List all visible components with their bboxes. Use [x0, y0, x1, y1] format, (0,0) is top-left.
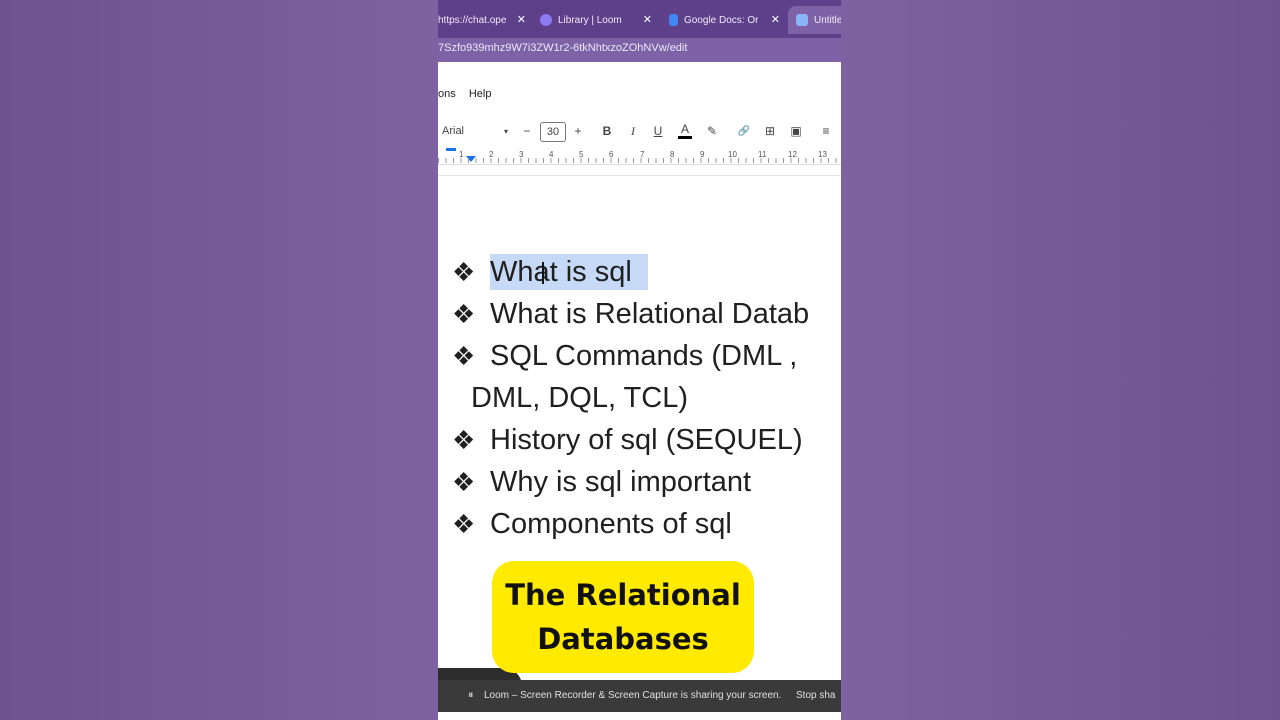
list-item-text: SQL Commands (DML , — [490, 340, 798, 372]
bullet-diamond-icon: ❖ — [452, 257, 476, 287]
caption-line: The Relational — [505, 578, 741, 612]
tab-title: Google Docs: Or — [684, 14, 759, 26]
tab-title: Untitle — [814, 14, 841, 26]
tab-google-docs[interactable]: Google Docs: Or ✕ — [669, 6, 780, 34]
bullet-diamond-icon: ❖ — [452, 341, 476, 371]
sharing-message: Loom – Screen Recorder & Screen Capture … — [484, 690, 782, 701]
selected-text[interactable]: What is sql — [490, 254, 648, 290]
ruler-number: 12 — [788, 150, 797, 159]
ruler-number: 10 — [728, 150, 737, 159]
decrease-font-size-button[interactable]: − — [520, 122, 534, 140]
background-left — [0, 0, 438, 720]
list-item[interactable]: ❖ Components of sql — [452, 506, 732, 542]
google-docs-icon — [669, 14, 678, 26]
browser-tab-strip: https://chat.ope ✕ Library | Loom ✕ Goog… — [438, 0, 841, 38]
caption-text: The Relational Databases — [505, 573, 741, 661]
list-item[interactable]: ❖ What is Relational Datab — [452, 296, 810, 332]
caption-line: Databases — [537, 622, 709, 656]
list-item[interactable]: ❖ History of sql (SEQUEL) — [452, 422, 803, 458]
ruler-number: 6 — [609, 150, 614, 159]
underline-button[interactable]: U — [651, 122, 665, 140]
ruler-number: 5 — [579, 150, 584, 159]
ruler-number: 1 — [459, 150, 464, 159]
bullet-diamond-icon: ❖ — [452, 509, 476, 539]
list-item[interactable]: ❖ SQL Commands (DML , — [452, 338, 798, 374]
tab-loom-library[interactable]: Library | Loom ✕ — [540, 6, 652, 34]
close-icon[interactable]: ✕ — [517, 13, 526, 26]
tab-untitled[interactable]: Untitle — [788, 6, 841, 34]
close-icon[interactable]: ✕ — [643, 13, 652, 26]
video-caption: The Relational Databases — [492, 561, 754, 673]
bullet-diamond-icon: ❖ — [452, 467, 476, 497]
list-item[interactable]: ❖ What is sql — [452, 254, 648, 290]
link-icon[interactable]: 🔗 — [736, 122, 752, 140]
highlight-icon[interactable]: ✎ — [705, 122, 719, 140]
ruler[interactable]: 1 2 3 4 5 6 7 8 9 10 11 12 13 — [438, 146, 841, 165]
text-cursor-icon — [542, 262, 544, 284]
url-text: 7Szfo939mhz9W7i3ZW1r2-6tkNhtxzoZOhNVw/ed… — [438, 42, 688, 54]
ruler-number: 2 — [489, 150, 494, 159]
list-item[interactable]: ❖ Why is sql important — [452, 464, 752, 500]
ruler-number: 8 — [670, 150, 675, 159]
tab-title: Library | Loom — [558, 14, 622, 26]
pause-icon[interactable]: ⏸ — [468, 689, 474, 702]
list-item-text: Why is sql important — [490, 466, 752, 498]
comment-icon[interactable]: ⊞ — [762, 122, 778, 140]
image-icon[interactable]: ▣ — [788, 122, 804, 140]
ruler-number: 3 — [519, 150, 524, 159]
loom-icon — [540, 14, 552, 26]
docs-menu-bar: ons Help — [438, 88, 501, 100]
list-item-continuation[interactable]: DML, DQL, TCL) — [471, 380, 688, 416]
ruler-number: 11 — [758, 150, 767, 159]
font-name: Arial — [442, 125, 465, 137]
font-family-select[interactable]: Arial ▾ — [442, 122, 508, 140]
google-docs-icon — [796, 14, 808, 26]
ruler-number: 7 — [640, 150, 645, 159]
list-item-text: What is Relational Datab — [490, 298, 810, 330]
bold-button[interactable]: B — [600, 122, 614, 140]
list-item-text: Components of sql — [490, 508, 732, 540]
first-line-indent-marker[interactable] — [446, 148, 456, 151]
list-item-text: DML, DQL, TCL) — [471, 382, 689, 414]
list-item-text: History of sql (SEQUEL) — [490, 424, 803, 456]
ruler-number: 9 — [700, 150, 705, 159]
bullet-diamond-icon: ❖ — [452, 425, 476, 455]
tab-chat[interactable]: https://chat.ope ✕ — [438, 6, 526, 34]
menu-help[interactable]: Help — [469, 88, 492, 100]
address-bar[interactable]: 7Szfo939mhz9W7i3ZW1r2-6tkNhtxzoZOhNVw/ed… — [438, 38, 841, 62]
ruler-number: 13 — [818, 150, 827, 159]
background-right — [841, 0, 1280, 720]
menu-extensions[interactable]: ons — [438, 88, 456, 100]
screen-share-banner: ⏸ Loom – Screen Recorder & Screen Captur… — [438, 680, 841, 712]
docs-toolbar: Arial ▾ − 30 + B I U A ✎ 🔗 ⊞ ▣ ≡ — [438, 118, 841, 144]
ruler-number: 4 — [549, 150, 554, 159]
align-icon[interactable]: ≡ — [818, 122, 834, 140]
text-color-button[interactable]: A — [678, 122, 692, 139]
bullet-diamond-icon: ❖ — [452, 299, 476, 329]
stop-sharing-button[interactable]: Stop sha — [796, 690, 835, 701]
italic-button[interactable]: I — [626, 122, 640, 140]
close-icon[interactable]: ✕ — [771, 13, 780, 26]
font-size-input[interactable]: 30 — [540, 122, 566, 142]
chevron-down-icon: ▾ — [503, 126, 508, 136]
increase-font-size-button[interactable]: + — [571, 122, 585, 140]
tab-title: https://chat.ope — [438, 14, 507, 26]
